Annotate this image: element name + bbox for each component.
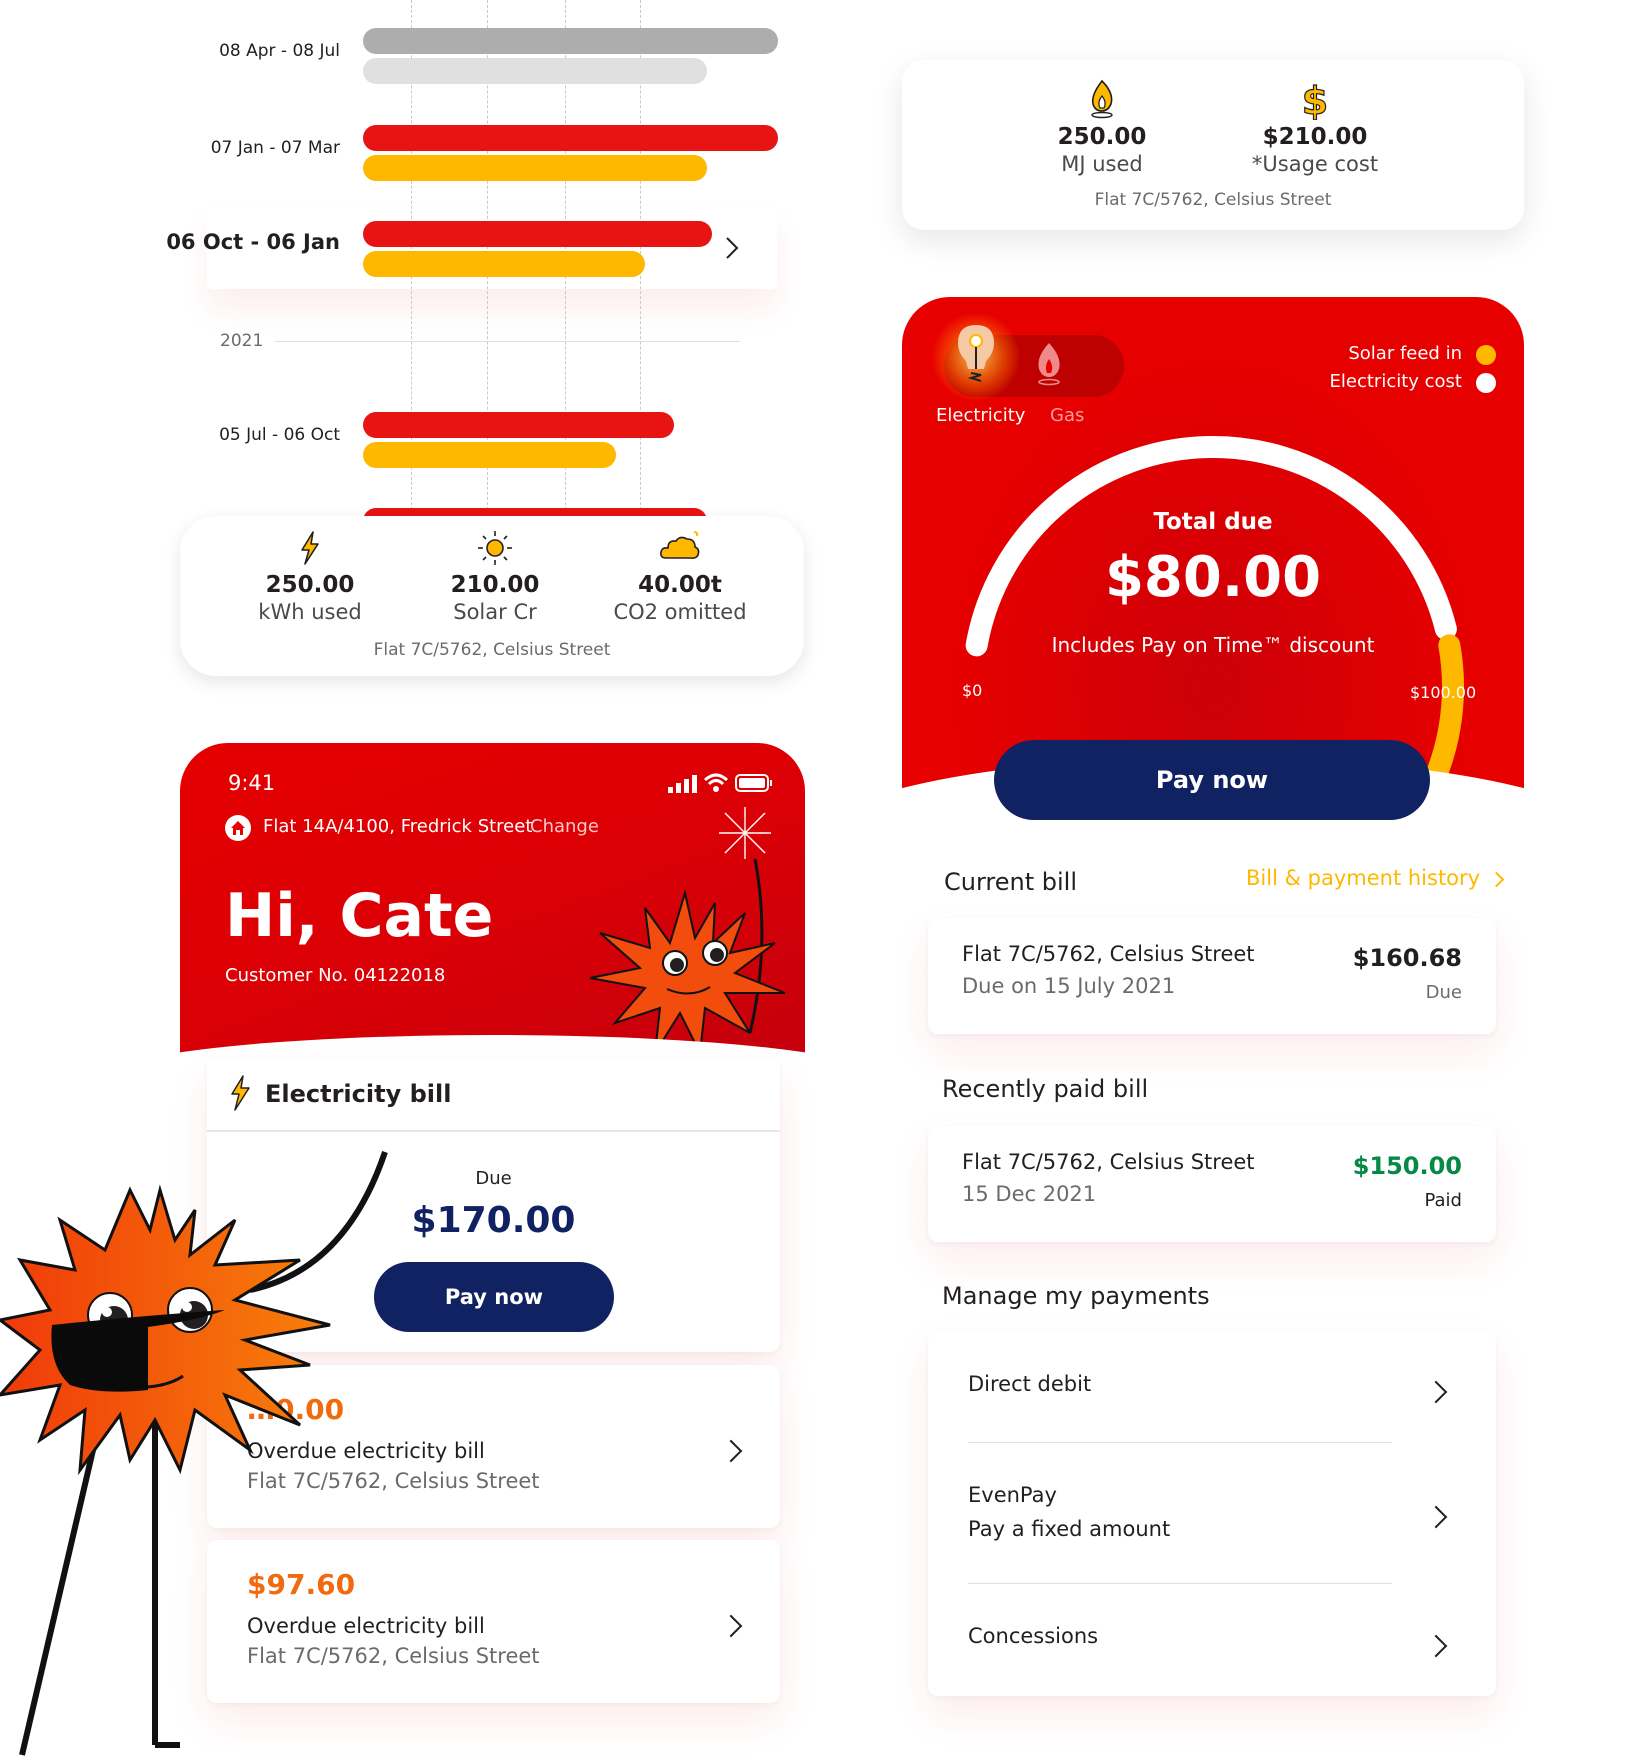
total-due-gauge-card: Electricity Gas Solar feed in Electricit…	[902, 297, 1524, 817]
period-label[interactable]: 06 Oct - 06 Jan	[150, 230, 340, 254]
stat-solar-credit: 210.00 Solar Cr	[410, 528, 580, 624]
stat-value: $210.00	[1262, 124, 1368, 150]
usage-bar-primary	[363, 412, 675, 438]
manage-payments-card: Direct debit EvenPay Pay a fixed amount …	[928, 1332, 1496, 1696]
stat-value: 250.00	[265, 572, 355, 598]
home-header-card: 9:41 Flat 14A/4100, Fredrick Street Chan…	[180, 743, 805, 1061]
gas-stats-card: 250.00 MJ used $ $210.00 *Usage cost Fla…	[902, 60, 1524, 230]
sun-icon	[478, 531, 512, 565]
usage-bar-primary	[363, 125, 778, 151]
usage-bar-primary	[363, 221, 712, 247]
stat-label: CO2 omitted	[613, 600, 747, 624]
stat-kwh-used: 250.00 kWh used	[225, 528, 395, 624]
period-label[interactable]: 08 Apr - 08 Jul	[150, 41, 340, 61]
payment-option-sub: Pay a fixed amount	[968, 1517, 1171, 1541]
stat-label: Solar Cr	[453, 600, 537, 624]
stats-address: Flat 7C/5762, Celsius Street	[373, 640, 611, 660]
gas-flame-icon	[1091, 79, 1113, 119]
stat-mj-used: 250.00 MJ used	[1017, 78, 1187, 176]
usage-bar-secondary	[363, 442, 617, 468]
year-divider-label: 2021	[220, 331, 264, 351]
recent-bill-card[interactable]: Flat 7C/5762, Celsius Street 15 Dec 2021…	[928, 1126, 1496, 1242]
bill-paid-date: 15 Dec 2021	[962, 1182, 1097, 1206]
status-time: 9:41	[228, 771, 276, 795]
gauge-min-label: $0	[962, 681, 983, 700]
recent-bill-amount-block: $150.00 Paid	[1353, 1152, 1462, 1211]
payment-option-direct-debit[interactable]: Direct debit	[928, 1332, 1496, 1442]
stat-label: kWh used	[258, 600, 362, 624]
bill-amount: $150.00	[1352, 1152, 1462, 1180]
property-address: Flat 14A/4100, Fredrick Street	[263, 816, 533, 837]
pay-now-button[interactable]: Pay now	[994, 740, 1430, 820]
gauge-max-label: $100.00	[1410, 683, 1477, 702]
cloud-icon	[660, 531, 700, 559]
chevron-right-icon[interactable]	[725, 236, 739, 260]
stat-value: 210.00	[450, 572, 540, 598]
payment-option-label: Direct debit	[968, 1372, 1092, 1396]
customer-number: Customer No. 04122018	[225, 965, 446, 986]
discount-note: Includes Pay on Time™ discount	[1051, 633, 1375, 657]
chevron-right-icon	[1488, 871, 1505, 887]
lightning-icon	[301, 531, 319, 565]
svg-text:$: $	[1302, 79, 1328, 120]
mascot-illustration-large	[0, 1151, 388, 1756]
bill-address: Flat 7C/5762, Celsius Street	[962, 1150, 1255, 1174]
total-due-amount: $80.00	[1104, 545, 1322, 610]
usage-bar-secondary	[363, 251, 646, 277]
electricity-stats-card: 250.00 kWh used 210.00 Solar Cr 40.00t C…	[180, 516, 804, 676]
payment-option-evenpay[interactable]: EvenPay Pay a fixed amount	[928, 1443, 1496, 1583]
lightning-icon	[231, 1075, 250, 1111]
period-label[interactable]: 05 Jul - 06 Oct	[150, 425, 340, 445]
recent-bill-info: Flat 7C/5762, Celsius Street 15 Dec 2021	[962, 1150, 1255, 1206]
current-bill-title: Current bill	[944, 868, 1078, 896]
stat-value: 40.00t	[638, 572, 722, 598]
bill-amount: $160.68	[1352, 944, 1462, 972]
usage-bar-primary	[363, 28, 778, 54]
period-label[interactable]: 07 Jan - 07 Mar	[150, 138, 340, 158]
bill-history-link[interactable]: Bill & payment history	[1246, 866, 1505, 890]
stat-label: *Usage cost	[1251, 152, 1379, 176]
bill-due-date: Due on 15 July 2021	[962, 974, 1176, 998]
evenpay-text: EvenPay Pay a fixed amount	[968, 1483, 1170, 1541]
payment-option-label: Concessions	[968, 1624, 1099, 1648]
dollar-icon: $	[1301, 78, 1329, 123]
divider	[207, 1130, 780, 1132]
current-bill-info: Flat 7C/5762, Celsius Street Due on 15 J…	[962, 942, 1255, 998]
chevron-right-icon	[1424, 1380, 1448, 1404]
chevron-right-icon	[719, 1439, 743, 1463]
chevron-right-icon	[719, 1614, 743, 1638]
bill-history-link-label[interactable]: Bill & payment history	[1246, 866, 1480, 890]
usage-bar-chart: 2021 08 Apr - 08 Jul 07 Jan - 07 Mar 06 Oc…	[166, 0, 780, 534]
battery-icon	[735, 774, 772, 792]
chevron-right-icon	[1424, 1505, 1448, 1529]
wifi-icon	[703, 773, 729, 792]
payment-option-label: EvenPay	[968, 1483, 1057, 1507]
chevron-right-icon	[1424, 1634, 1448, 1658]
signal-icon	[668, 775, 697, 793]
home-icon	[225, 815, 251, 841]
stat-value: 250.00	[1057, 124, 1147, 150]
stat-co2: 40.00t CO2 omitted	[595, 528, 765, 624]
recent-bill-title: Recently paid bill	[942, 1075, 1149, 1103]
stats-address: Flat 7C/5762, Celsius Street	[1094, 190, 1332, 210]
stat-usage-cost: $ $210.00 *Usage cost	[1230, 78, 1400, 176]
electricity-bill-title: Electricity bill	[265, 1080, 452, 1108]
manage-payments-title: Manage my payments	[942, 1282, 1210, 1310]
gauge-title: Total due	[1153, 509, 1273, 535]
mascot-illustration	[589, 807, 786, 1057]
usage-bar-secondary	[363, 155, 708, 181]
bill-address: Flat 7C/5762, Celsius Street	[962, 942, 1255, 966]
bill-status: Due	[1425, 982, 1462, 1003]
current-bill-card[interactable]: Flat 7C/5762, Celsius Street Due on 15 J…	[928, 918, 1496, 1034]
usage-bar-secondary	[363, 58, 708, 84]
greeting: Hi, Cate	[225, 881, 494, 951]
current-bill-amount-block: $160.68 Due	[1353, 944, 1462, 1003]
payment-option-concessions[interactable]: Concessions	[928, 1584, 1496, 1696]
year-divider-line	[275, 341, 740, 342]
bill-status: Paid	[1424, 1190, 1462, 1211]
stat-label: MJ used	[1061, 152, 1143, 176]
